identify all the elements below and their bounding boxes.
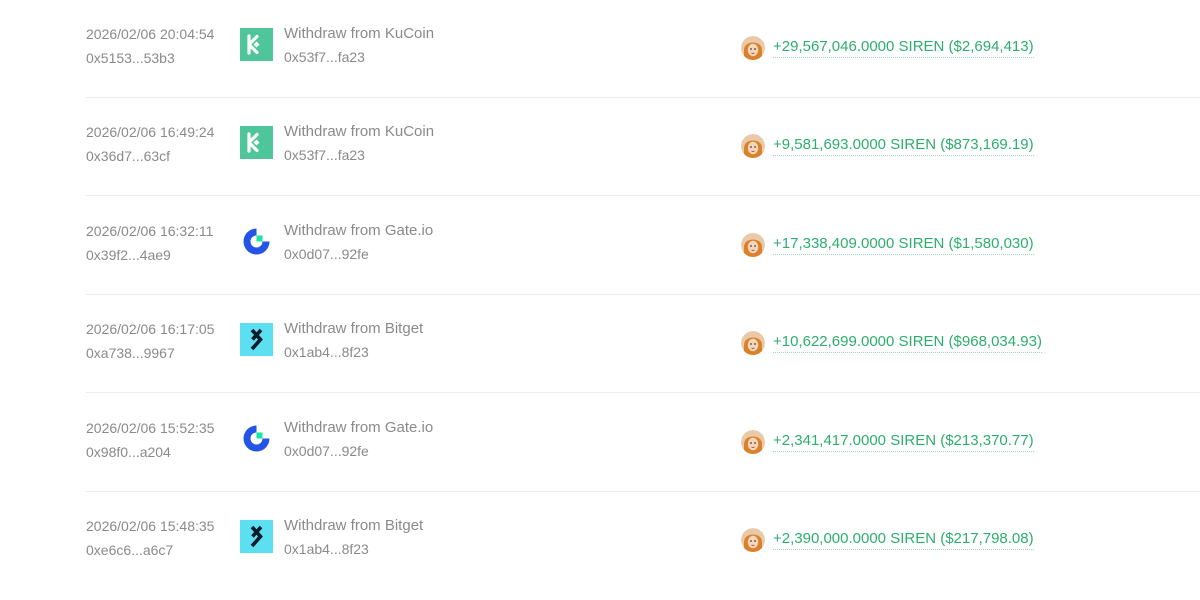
from-address-link[interactable]: 0x0d07...92fe	[284, 244, 433, 264]
tx-hash-link[interactable]: 0x36d7...63cf	[86, 146, 214, 166]
tx-time-cell: 2026/02/06 16:17:05 0xa738...9967	[86, 319, 214, 363]
tx-description: Withdraw from Bitget	[284, 517, 424, 534]
from-address-link[interactable]: 0x1ab4...8f23	[284, 539, 423, 559]
transaction-row: 2026/02/06 20:04:54 0x5153...53b3 Withdr…	[0, 0, 1200, 98]
row-divider	[86, 392, 1200, 393]
siren-token-icon	[741, 36, 765, 60]
from-address-link[interactable]: 0x0d07...92fe	[284, 441, 433, 461]
amount-link[interactable]: +9,581,693.0000 SIREN ($873,169.19)	[773, 135, 1034, 156]
row-divider	[86, 195, 1200, 196]
tx-description: Withdraw from KuCoin	[284, 25, 435, 42]
from-address-link[interactable]: 0x53f7...fa23	[284, 145, 434, 165]
transaction-row: 2026/02/06 16:17:05 0xa738...9967 Withdr…	[0, 295, 1200, 393]
tx-time-cell: 2026/02/06 16:32:11 0x39f2...4ae9	[86, 221, 213, 265]
kucoin-icon	[240, 126, 273, 159]
tx-description-cell: Withdraw from Bitget 0x1ab4...8f23	[284, 516, 423, 559]
from-address-link[interactable]: 0x1ab4...8f23	[284, 342, 423, 362]
tx-description: Withdraw from KuCoin	[284, 123, 435, 140]
tx-timestamp: 2026/02/06 16:49:24	[86, 124, 215, 140]
tx-time-cell: 2026/02/06 20:04:54 0x5153...53b3	[86, 24, 214, 68]
tx-description-cell: Withdraw from KuCoin 0x53f7...fa23	[284, 122, 434, 165]
tx-timestamp: 2026/02/06 16:32:11	[86, 223, 214, 239]
tx-time-cell: 2026/02/06 16:49:24 0x36d7...63cf	[86, 122, 214, 166]
tx-timestamp: 2026/02/06 16:17:05	[86, 321, 215, 337]
gateio-icon	[243, 228, 270, 255]
transaction-row: 2026/02/06 16:32:11 0x39f2...4ae9 Withdr…	[0, 197, 1200, 295]
from-address-link[interactable]: 0x53f7...fa23	[284, 47, 434, 67]
amount-link[interactable]: +17,338,409.0000 SIREN ($1,580,030)	[773, 234, 1034, 255]
tx-description: Withdraw from Bitget	[284, 320, 424, 337]
tx-time-cell: 2026/02/06 15:48:35 0xe6c6...a6c7	[86, 516, 214, 560]
tx-description-cell: Withdraw from Gate.io 0x0d07...92fe	[284, 418, 433, 461]
tx-timestamp: 2026/02/06 15:48:35	[86, 518, 215, 534]
bitget-icon	[240, 323, 273, 356]
transaction-row: 2026/02/06 16:49:24 0x36d7...63cf Withdr…	[0, 98, 1200, 196]
kucoin-icon	[240, 28, 273, 61]
siren-token-icon	[741, 331, 765, 355]
tx-description: Withdraw from Gate.io	[284, 419, 434, 436]
gateio-icon	[243, 425, 270, 452]
tx-description: Withdraw from Gate.io	[284, 222, 434, 239]
tx-description-cell: Withdraw from Gate.io 0x0d07...92fe	[284, 221, 433, 264]
tx-hash-link[interactable]: 0x5153...53b3	[86, 48, 214, 68]
transaction-row: 2026/02/06 15:52:35 0x98f0...a204 Withdr…	[0, 394, 1200, 492]
amount-link[interactable]: +2,390,000.0000 SIREN ($217,798.08)	[773, 529, 1034, 550]
tx-description-cell: Withdraw from Bitget 0x1ab4...8f23	[284, 319, 423, 362]
tx-description-cell: Withdraw from KuCoin 0x53f7...fa23	[284, 24, 434, 67]
tx-timestamp: 2026/02/06 20:04:54	[86, 26, 215, 42]
siren-token-icon	[741, 528, 765, 552]
tx-time-cell: 2026/02/06 15:52:35 0x98f0...a204	[86, 418, 214, 462]
tx-hash-link[interactable]: 0x39f2...4ae9	[86, 245, 213, 265]
amount-link[interactable]: +2,341,417.0000 SIREN ($213,370.77)	[773, 431, 1034, 452]
siren-token-icon	[741, 430, 765, 454]
bitget-icon	[240, 520, 273, 553]
tx-hash-link[interactable]: 0x98f0...a204	[86, 442, 214, 462]
amount-link[interactable]: +10,622,699.0000 SIREN ($968,034.93)	[773, 332, 1042, 353]
siren-token-icon	[741, 134, 765, 158]
tx-hash-link[interactable]: 0xa738...9967	[86, 343, 214, 363]
tx-hash-link[interactable]: 0xe6c6...a6c7	[86, 540, 214, 560]
siren-token-icon	[741, 233, 765, 257]
transaction-row: 2026/02/06 15:48:35 0xe6c6...a6c7 Withdr…	[0, 492, 1200, 590]
amount-link[interactable]: +29,567,046.0000 SIREN ($2,694,413)	[773, 37, 1034, 58]
tx-timestamp: 2026/02/06 15:52:35	[86, 420, 215, 436]
transaction-list: 2026/02/06 20:04:54 0x5153...53b3 Withdr…	[0, 0, 1200, 600]
